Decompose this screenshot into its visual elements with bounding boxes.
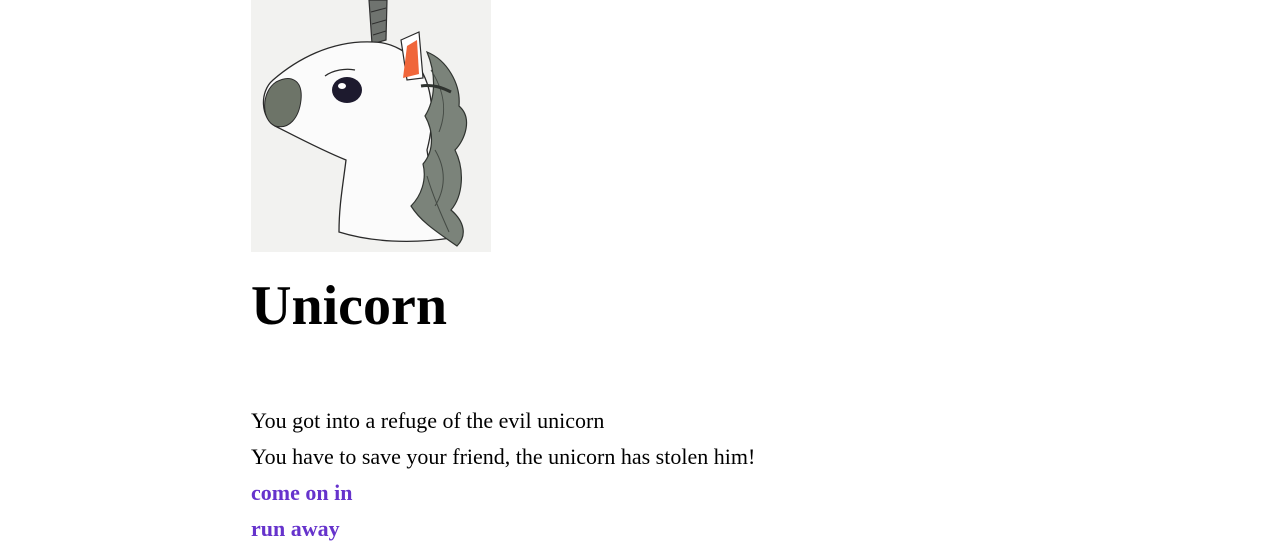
unicorn-illustration	[251, 0, 491, 252]
choice-run-away-link[interactable]: run away	[251, 511, 755, 547]
story-text: You got into a refuge of the evil unicor…	[251, 403, 755, 547]
story-line: You have to save your friend, the unicor…	[251, 444, 756, 469]
scene-content: Unicorn You got into a refuge of the evi…	[251, 0, 1051, 541]
story-line: You got into a refuge of the evil unicor…	[251, 408, 605, 433]
choice-come-on-in-link[interactable]: come on in	[251, 475, 755, 511]
scene-title: Unicorn	[251, 275, 447, 337]
game-page: Unicorn You got into a refuge of the evi…	[0, 0, 1270, 547]
